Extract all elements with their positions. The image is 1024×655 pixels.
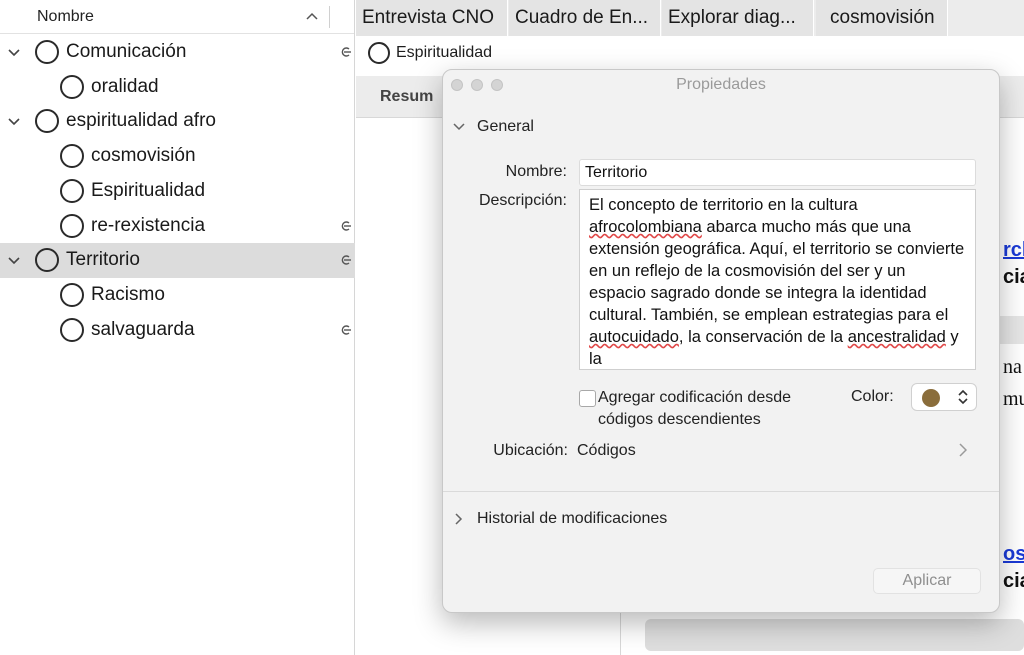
tab-cosmovision[interactable]: cosmovisión [816,0,948,36]
code-circle-icon [35,109,59,134]
spellcheck-word: ancestralidad [847,328,946,346]
link-icon [340,44,351,60]
tree-column-header[interactable]: Nombre [0,0,354,34]
history-section-label: Historial de modificaciones [477,510,668,527]
edge-fragment-text-2: mu [1003,388,1024,410]
tree-item-label: Comunicación [66,41,187,62]
inherit-codes-checkbox[interactable] [579,390,596,407]
summary-header-label: Resum [380,88,434,105]
chevron-down-icon [453,123,465,131]
link-icon [340,252,351,268]
code-circle-icon [60,213,84,238]
tree-item[interactable]: Territorio [0,243,355,279]
tree-item[interactable]: espiritualidad afro [0,104,355,139]
edge-fragment-bold-1: cia [1003,266,1024,288]
description-textarea[interactable]: El concepto de territorio en la cultura … [579,189,976,370]
tree-item-label: oralidad [91,75,159,97]
general-section-toggle[interactable]: General [453,118,534,136]
dialog-titlebar[interactable]: Propiedades [443,70,999,100]
code-circle-icon [60,178,84,203]
code-circle-icon [60,144,84,169]
tree-item[interactable]: cosmovisión [0,139,355,174]
tree-item-label: re-rexistencia [91,214,206,236]
code-circle-icon [60,317,84,342]
color-picker[interactable] [911,383,977,411]
tree-item-label: salvaguarda [91,318,195,340]
dialog-divider [443,491,999,492]
edge-fragment-bold-2: cia [1003,570,1024,592]
location-value[interactable]: Códigos [577,442,636,460]
history-section-toggle[interactable]: Historial de modificaciones [453,510,667,528]
spellcheck-word: afrocolombiana [589,218,702,236]
tab-cuadro-de-en[interactable]: Cuadro de En... [509,0,661,36]
tree-item[interactable]: salvaguarda [0,313,355,348]
code-breadcrumb[interactable]: Espiritualidad [356,36,1024,72]
chevron-updown-icon [958,389,968,405]
tree-item-label: cosmovisión [91,145,196,167]
chevron-right-icon[interactable] [959,443,967,457]
tree-item-label: Espiritualidad [91,179,206,201]
link-icon [340,218,351,234]
spellcheck-word: autocuidado [589,328,679,346]
edge-fragment-link-1[interactable]: rch [1003,239,1024,262]
document-tabs: Entrevista CNO Cuadro de En... Explorar … [356,0,1024,36]
tree-item-label: Territorio [66,249,140,271]
edge-fragment-text-1: na [1003,356,1022,378]
tree-item[interactable]: Espiritualidad [0,174,355,209]
tree-item[interactable]: Racismo [0,278,355,313]
tree-item-label: Racismo [91,283,165,305]
edge-fragment-link-2[interactable]: os [1003,543,1024,566]
general-section-label: General [477,118,534,135]
color-label: Color: [851,388,894,405]
location-label: Ubicación: [493,442,568,459]
inherit-codes-label: Agregar codificación desde códigos desce… [598,389,792,428]
tree-header-label: Nombre [37,7,94,25]
tree-item[interactable]: re-rexistencia [0,209,355,244]
properties-dialog: Propiedades General Nombre: Descripción:… [442,69,1000,613]
chevron-down-icon[interactable] [7,253,21,267]
sort-ascending-icon[interactable] [306,7,318,23]
tree-item-label: espiritualidad afro [66,110,216,132]
code-breadcrumb-label: Espiritualidad [396,44,493,61]
chevron-down-icon[interactable] [7,114,21,128]
code-tree-panel: Nombre Comunicación oralidad espiritualida… [0,0,355,655]
code-circle-icon [60,282,84,307]
tab-entrevista-cno[interactable]: Entrevista CNO [356,0,508,36]
apply-button[interactable]: Aplicar [873,568,981,594]
code-circle-icon [35,248,59,273]
name-input[interactable] [579,159,976,186]
tab-explorar-diag[interactable]: Explorar diag... [662,0,814,36]
color-swatch [922,389,940,407]
code-circle-icon [368,42,390,64]
dialog-title: Propiedades [676,76,766,93]
tree-item[interactable]: Comunicación [0,35,355,70]
code-circle-icon [60,74,84,99]
edge-gray-block [1000,316,1024,344]
chevron-right-icon [455,513,463,525]
name-label: Nombre: [505,163,567,180]
description-label: Descripción: [478,192,567,209]
link-icon [340,322,351,338]
column-separator [329,6,330,28]
tree-item[interactable]: oralidad [0,70,355,105]
content-bottom-bar [645,619,1024,651]
code-circle-icon [35,40,59,64]
chevron-down-icon[interactable] [7,45,21,59]
